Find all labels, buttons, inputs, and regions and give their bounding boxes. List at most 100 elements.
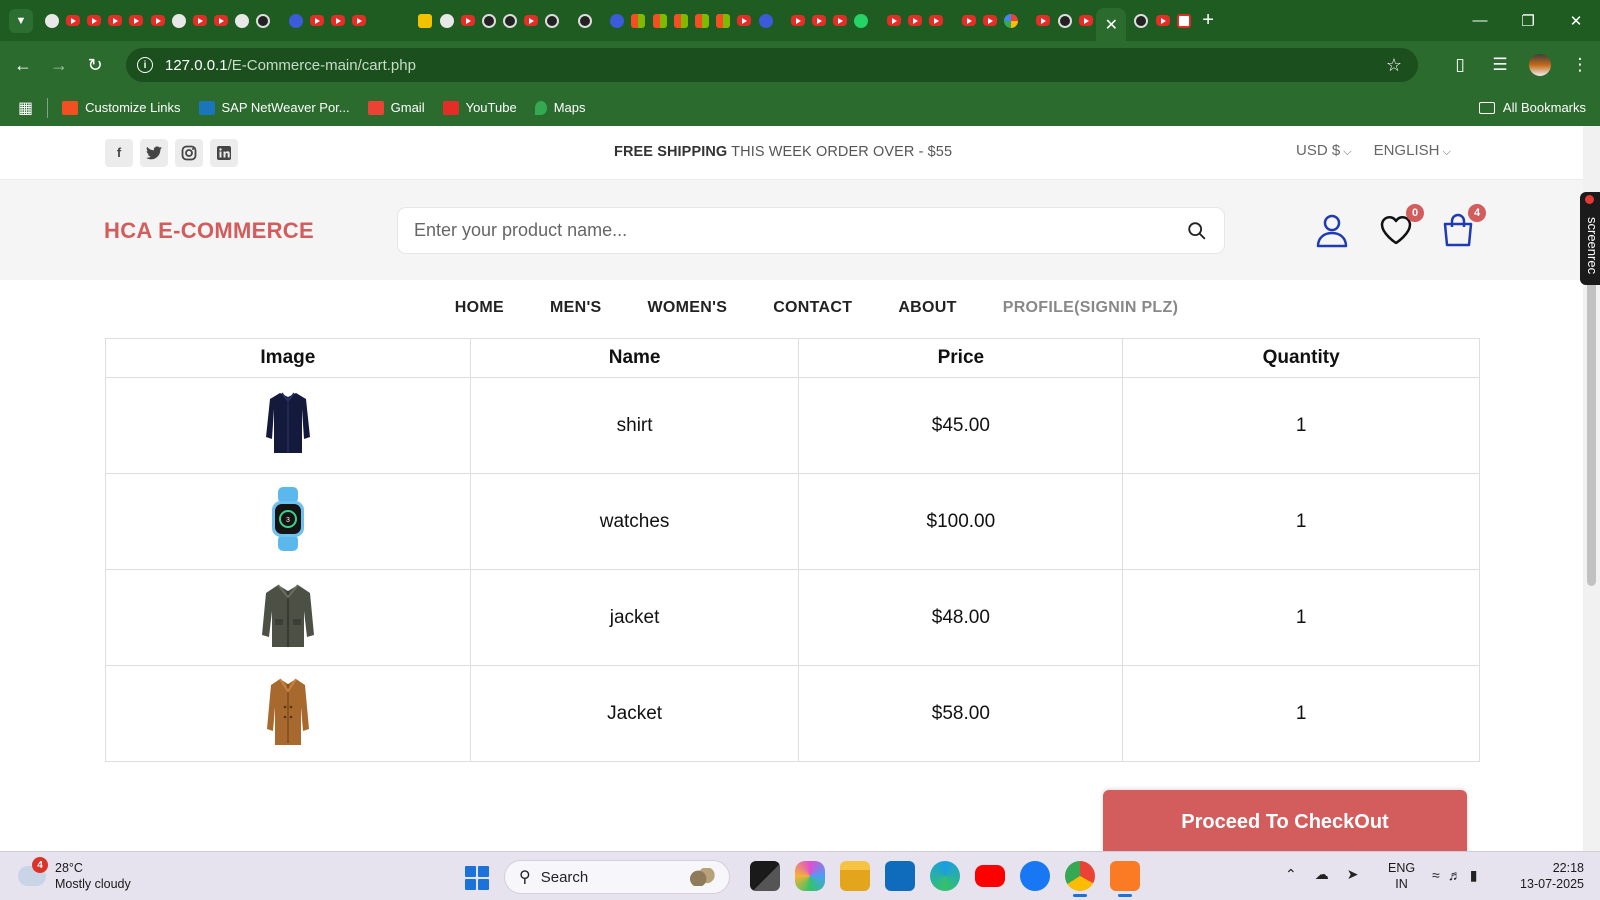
bookmark-youtube[interactable]: YouTube <box>442 100 517 115</box>
restore-icon[interactable]: ❐ <box>1504 12 1552 30</box>
nav-about[interactable]: ABOUT <box>898 299 956 317</box>
apps-grid-icon[interactable]: ▦ <box>18 98 33 118</box>
file-explorer-icon[interactable] <box>839 861 870 891</box>
tab-favicon[interactable] <box>171 13 186 28</box>
task-view-icon[interactable] <box>749 861 780 891</box>
language-indicator[interactable]: ENG IN <box>1388 860 1415 892</box>
minimize-icon[interactable]: — <box>1456 12 1504 29</box>
site-info-icon[interactable]: i <box>137 57 153 73</box>
windows-start-icon[interactable] <box>465 866 489 890</box>
tab-whatsapp-icon[interactable] <box>854 13 869 28</box>
browser-menu-icon[interactable]: ⋮ <box>1560 55 1600 75</box>
tab-youtube-icon[interactable] <box>833 15 848 26</box>
user-account-icon[interactable] <box>1314 212 1350 248</box>
extensions-icon[interactable]: ▯ <box>1440 55 1480 75</box>
edge-icon[interactable] <box>929 861 960 891</box>
wishlist-button[interactable]: 0 <box>1378 204 1424 248</box>
scrollbar-thumb[interactable] <box>1587 256 1596 586</box>
tab-youtube-icon[interactable] <box>86 15 101 26</box>
currency-select[interactable]: USD $ <box>1296 142 1352 159</box>
facebook-icon[interactable]: f <box>105 138 133 167</box>
tab-search-button[interactable]: ▼ <box>9 8 33 33</box>
tab-youtube-icon[interactable] <box>908 15 923 26</box>
proceed-to-checkout-button[interactable]: Proceed To CheckOut <box>1103 790 1467 851</box>
tab-favicon[interactable] <box>503 13 518 28</box>
chevron-up-icon[interactable]: ⌃ <box>1285 866 1297 883</box>
tab-favicon[interactable] <box>545 13 560 28</box>
tab-youtube-icon[interactable] <box>1155 15 1170 26</box>
nav-contact[interactable]: CONTACT <box>773 299 852 317</box>
facebook-app-icon[interactable] <box>1019 861 1050 891</box>
tab-favicon[interactable] <box>439 13 454 28</box>
youtube-app-icon[interactable] <box>974 865 1005 887</box>
xampp-icon[interactable] <box>1109 861 1140 897</box>
forward-arrow-icon[interactable]: → <box>41 55 77 76</box>
nav-mens[interactable]: MEN'S <box>550 299 602 317</box>
tab-favicon[interactable] <box>418 13 433 28</box>
location-arrow-icon[interactable]: ➤ <box>1347 866 1359 883</box>
tab-youtube-icon[interactable] <box>108 15 123 26</box>
twitter-icon[interactable] <box>140 138 168 167</box>
linkedin-icon[interactable] <box>210 138 238 167</box>
weather-widget[interactable]: 4 28°C Mostly cloudy <box>18 857 131 892</box>
instagram-icon[interactable] <box>175 138 203 167</box>
tab-favicon[interactable] <box>610 13 625 28</box>
back-arrow-icon[interactable]: ← <box>5 55 41 76</box>
tab-microsoft-icon[interactable] <box>652 13 667 28</box>
tab-youtube-icon[interactable] <box>310 15 325 26</box>
taskbar-search[interactable]: ⚲ Search <box>504 860 730 894</box>
tab-youtube-icon[interactable] <box>812 15 827 26</box>
outlook-icon[interactable] <box>884 861 915 891</box>
copilot-icon[interactable] <box>794 861 825 891</box>
tab-youtube-icon[interactable] <box>982 15 997 26</box>
all-bookmarks-button[interactable]: All Bookmarks <box>1478 100 1586 115</box>
active-tab-close-icon[interactable]: ✕ <box>1096 8 1127 41</box>
watch-image[interactable]: 3 <box>260 485 316 553</box>
bookmark-maps[interactable]: Maps <box>534 100 585 115</box>
bookmark-sap[interactable]: SAP NetWeaver Por... <box>198 100 350 115</box>
tab-youtube-icon[interactable] <box>460 15 475 26</box>
tab-favicon[interactable] <box>758 13 773 28</box>
tab-youtube-icon[interactable] <box>192 15 207 26</box>
media-controls-icon[interactable]: ☰ <box>1480 55 1520 75</box>
tab-youtube-icon[interactable] <box>961 15 976 26</box>
close-window-icon[interactable]: ✕ <box>1552 12 1600 30</box>
tab-youtube-icon[interactable] <box>150 15 165 26</box>
taskbar-clock[interactable]: 22:18 13-07-2025 <box>1514 860 1584 892</box>
nav-home[interactable]: HOME <box>455 299 504 317</box>
address-bar[interactable]: i 127.0.0.1/E-Commerce-main/cart.php ☆ <box>126 48 1418 82</box>
reload-icon[interactable]: ↻ <box>77 55 113 76</box>
tab-youtube-icon[interactable] <box>737 15 752 26</box>
tab-microsoft-icon[interactable] <box>631 13 646 28</box>
tab-youtube-icon[interactable] <box>214 15 229 26</box>
language-select[interactable]: ENGLISH <box>1374 142 1451 159</box>
search-input[interactable] <box>414 220 1154 241</box>
screenrec-widget[interactable]: screenrec <box>1580 192 1600 285</box>
shirt-image[interactable] <box>260 389 316 457</box>
tab-microsoft-icon[interactable] <box>673 13 688 28</box>
tab-youtube-icon[interactable] <box>929 15 944 26</box>
tab-youtube-icon[interactable] <box>352 15 367 26</box>
tab-microsoft-icon[interactable] <box>716 13 731 28</box>
tab-chatgpt-icon[interactable] <box>1057 13 1072 28</box>
quick-settings[interactable]: ≈♬▮ <box>1432 867 1485 884</box>
tab-youtube-icon[interactable] <box>1078 15 1093 26</box>
coat-image[interactable] <box>260 677 316 745</box>
tab-chatgpt-icon[interactable] <box>577 13 592 28</box>
site-logo[interactable]: HCA E-COMMERCE <box>104 218 314 244</box>
tab-favicon[interactable] <box>524 15 539 26</box>
new-tab-plus-icon[interactable]: + <box>1202 9 1214 32</box>
tab-microsoft-icon[interactable] <box>694 13 709 28</box>
bookmark-customize-links[interactable]: Customize Links <box>62 100 181 115</box>
profile-avatar[interactable] <box>1529 54 1551 76</box>
jacket-image[interactable] <box>260 581 316 649</box>
tab-youtube-icon[interactable] <box>331 15 346 26</box>
search-icon[interactable] <box>1186 220 1208 242</box>
onedrive-cloud-icon[interactable]: ☁ <box>1315 866 1329 883</box>
tab-youtube-icon[interactable] <box>790 15 805 26</box>
tab-favicon[interactable] <box>481 13 496 28</box>
tab-gmail-icon[interactable] <box>1176 13 1191 28</box>
tab-youtube-icon[interactable] <box>886 15 901 26</box>
tab-favicon[interactable] <box>44 13 59 28</box>
bookmark-star-icon[interactable]: ☆ <box>1386 55 1402 76</box>
